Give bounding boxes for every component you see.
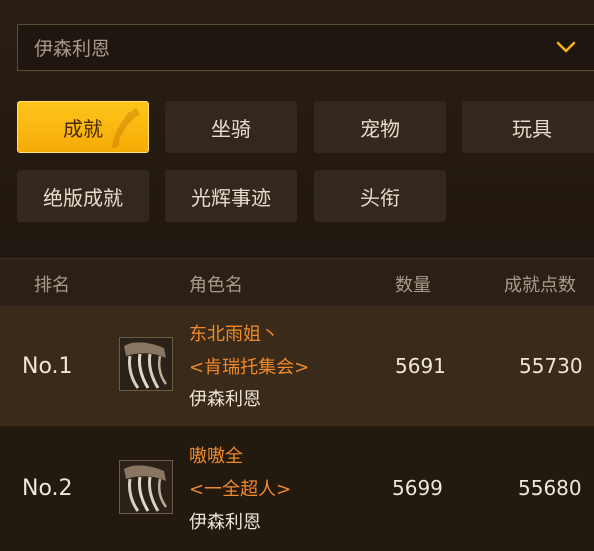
tab-mounts[interactable]: 坐骑: [165, 101, 297, 153]
rank-label: No.2: [22, 476, 73, 501]
tab-achievements[interactable]: 成就: [17, 101, 149, 153]
achievement-points: 55730: [519, 354, 583, 378]
header-points: 成就点数: [504, 275, 576, 296]
tab-toys[interactable]: 玩具: [462, 101, 594, 153]
guild-name: <一全超人>: [189, 479, 292, 500]
tab-label: 宠物: [360, 116, 400, 141]
tab-pets[interactable]: 宠物: [314, 101, 446, 153]
feather-emblem-icon: [112, 108, 140, 148]
tab-feats-of-strength[interactable]: 光辉事迹: [165, 170, 297, 222]
character-name[interactable]: 嗷嗷全: [189, 442, 243, 468]
table-row[interactable]: No.1 东北雨姐丶 <肯瑞托集会> 伊森利恩 5691 55730: [0, 306, 594, 426]
table-row[interactable]: No.2 嗷嗷全 <一全超人> 伊森利恩 5699 55680: [0, 426, 594, 551]
achievement-points: 55680: [518, 476, 582, 500]
header-rank: 排名: [34, 275, 70, 296]
chevron-down-icon: [556, 41, 576, 53]
avatar: [119, 460, 173, 514]
tab-label: 玩具: [512, 116, 552, 141]
tab-label: 成就: [63, 116, 103, 141]
avatar: [119, 337, 173, 391]
rank-label: No.1: [22, 354, 73, 379]
header-count: 数量: [395, 275, 431, 296]
tab-label: 坐骑: [211, 116, 251, 141]
tab-titles[interactable]: 头衔: [314, 170, 446, 222]
server-dropdown[interactable]: 伊森利恩: [17, 24, 594, 71]
server-name: 伊森利恩: [189, 512, 261, 533]
claw-icon: [120, 338, 172, 390]
header-character: 角色名: [189, 275, 243, 296]
server-name: 伊森利恩: [189, 389, 261, 410]
tab-label: 头衔: [360, 185, 400, 210]
character-name[interactable]: 东北雨姐丶: [189, 320, 279, 346]
tab-label: 光辉事迹: [191, 185, 271, 210]
tab-legacy-achievements[interactable]: 绝版成就: [17, 170, 149, 222]
tab-label: 绝版成就: [43, 185, 123, 210]
guild-name: <肯瑞托集会>: [189, 357, 310, 378]
claw-icon: [120, 461, 172, 513]
achievement-count: 5699: [392, 476, 443, 500]
achievement-count: 5691: [395, 354, 446, 378]
table-header: 排名 角色名 数量 成就点数: [0, 258, 594, 307]
server-dropdown-value: 伊森利恩: [34, 38, 111, 60]
